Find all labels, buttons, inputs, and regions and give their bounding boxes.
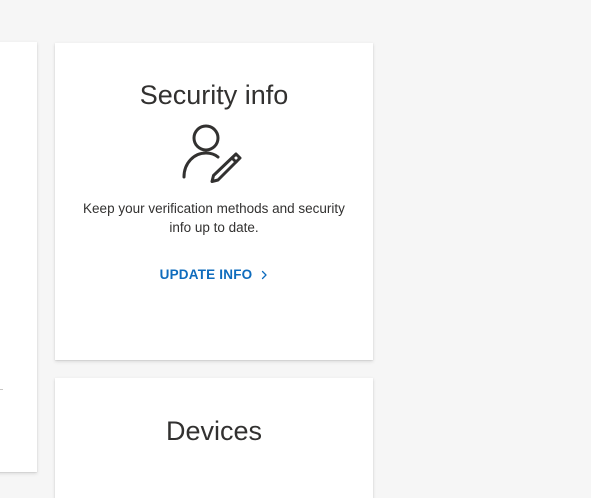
devices-card-title: Devices [165,416,263,446]
security-info-card: Security info Keep your verification met… [55,43,373,360]
update-info-link[interactable]: UPDATE INFO [55,267,373,282]
chevron-right-icon [262,270,267,279]
left-card-partial [0,42,37,472]
update-info-label: UPDATE INFO [159,267,253,282]
divider [0,389,3,390]
card-description: Keep your verification methods and secur… [83,201,345,235]
card-title: Security info [139,80,289,110]
devices-card: Devices [55,378,373,498]
user-edit-icon [182,124,242,183]
